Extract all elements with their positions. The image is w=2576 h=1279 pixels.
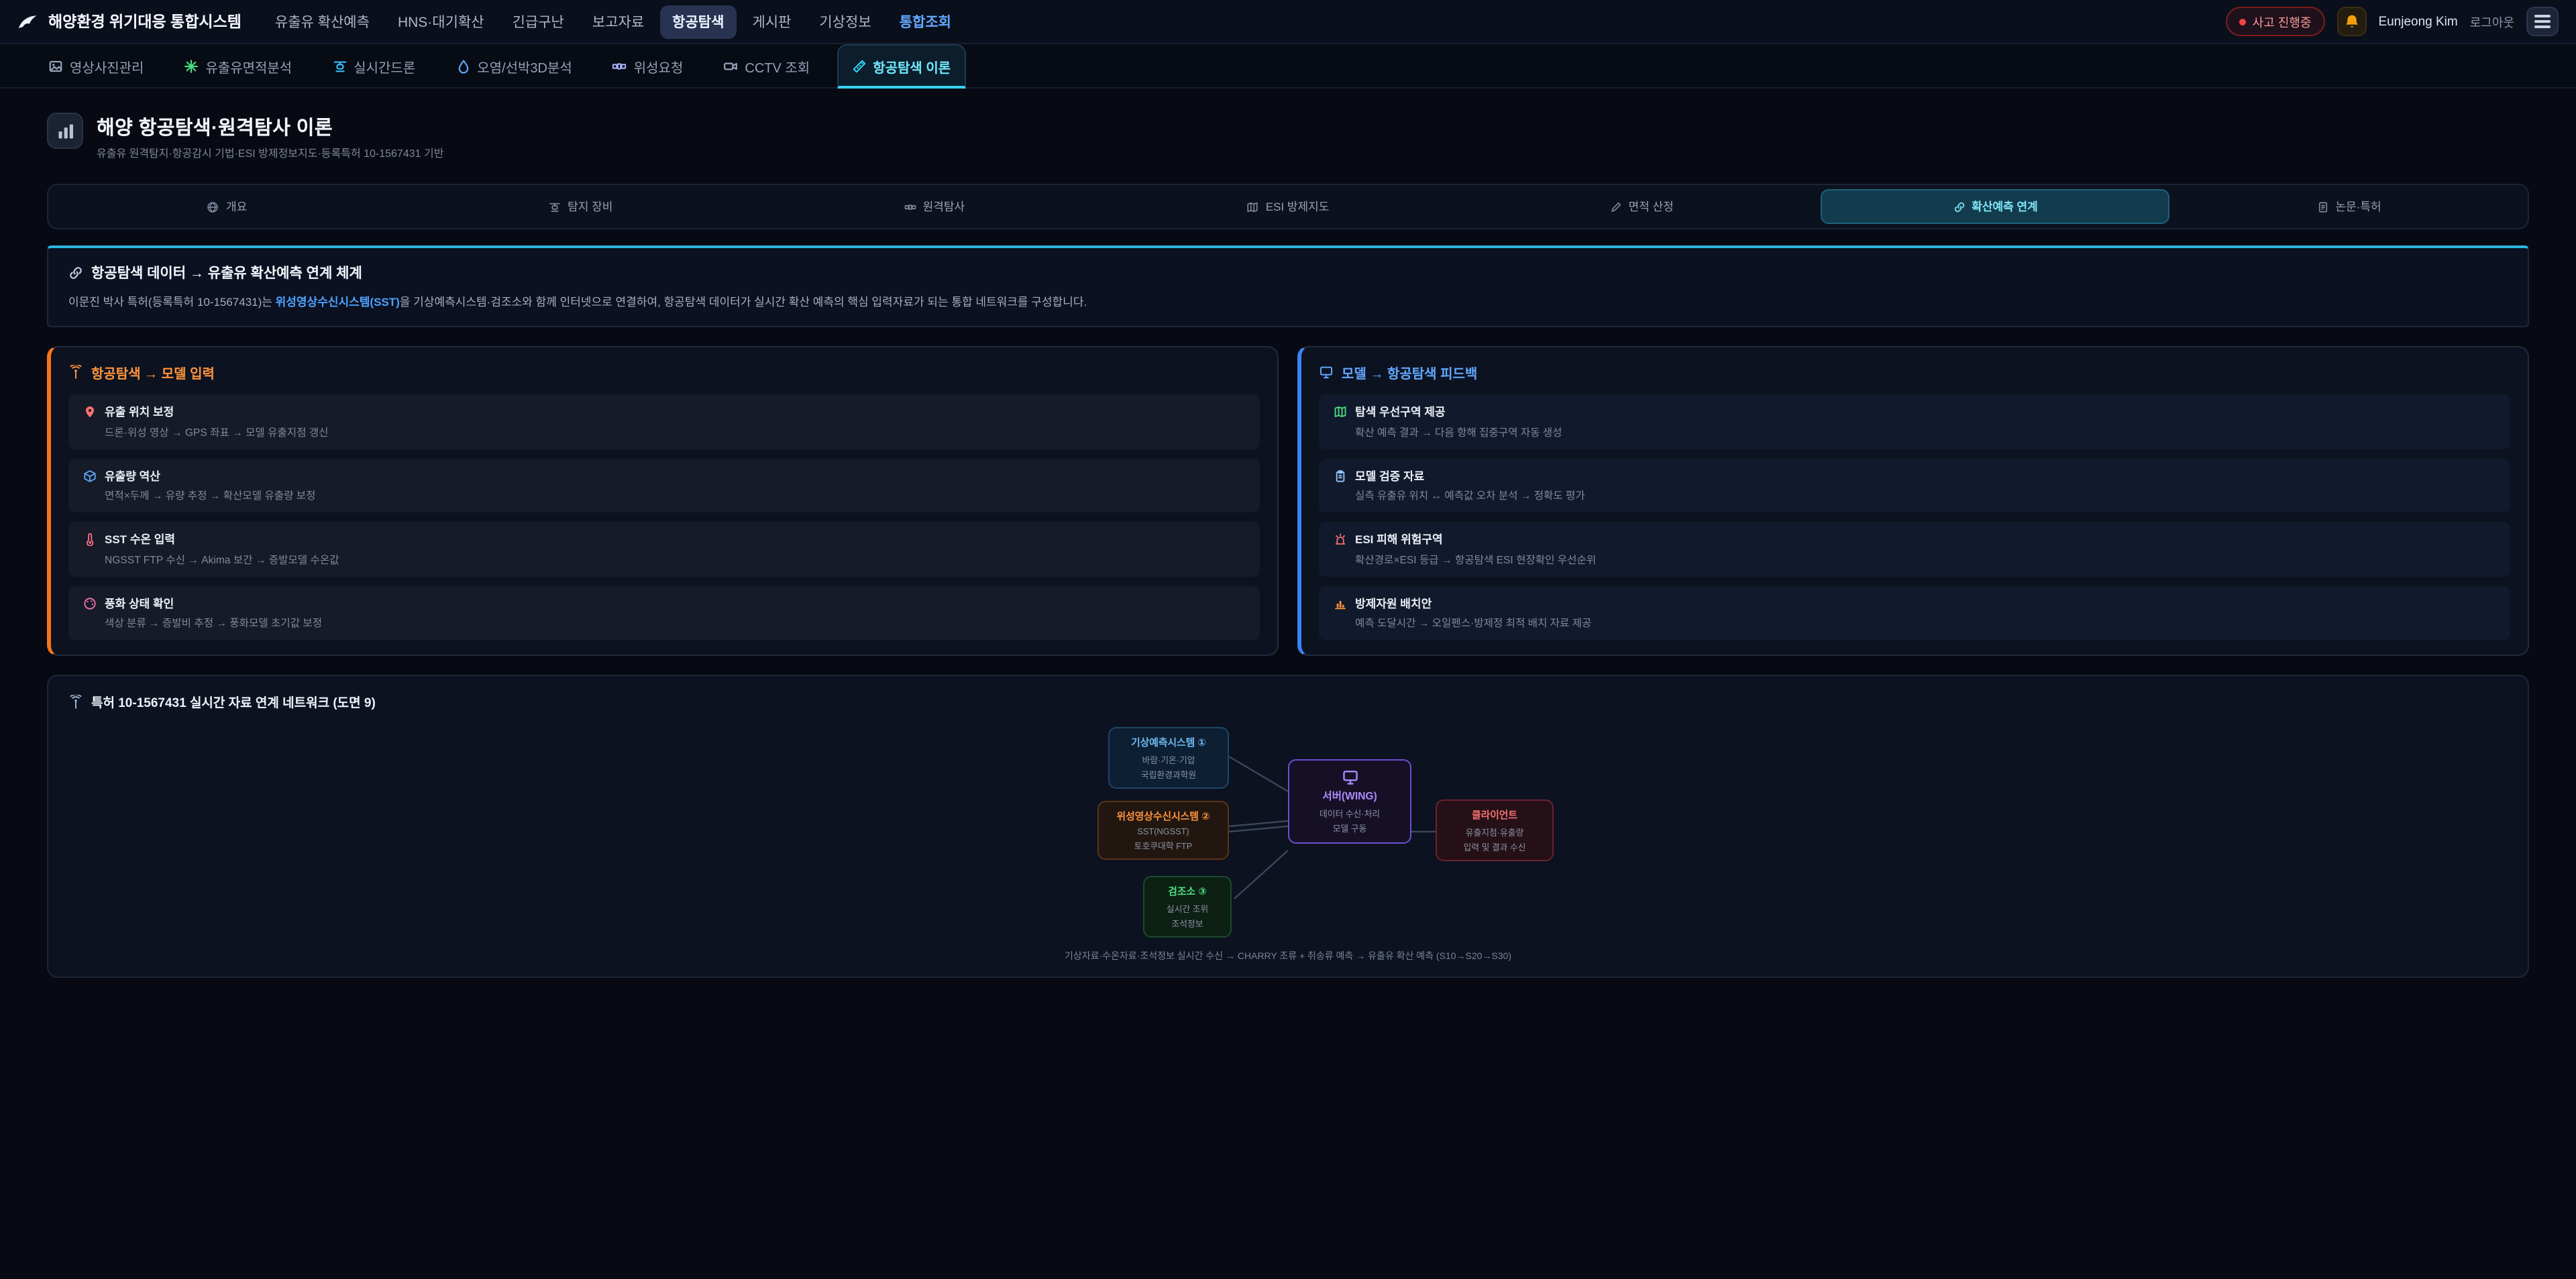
pin-icon bbox=[82, 405, 98, 419]
subnav-item-satellite-request[interactable]: 위성요청 bbox=[599, 44, 697, 87]
app-root: 해양환경 위기대응 통합시스템 유출유 확산예측 HNS·대기확산 긴급구난 보… bbox=[0, 0, 2576, 1279]
map-icon bbox=[1247, 201, 1259, 213]
feedback-row-model-validation: 모델 검증 자료 실측 유출유 위치 ↔ 예측값 오차 분석 → 정확도 평가 bbox=[1319, 458, 2510, 512]
nav-item-rescue[interactable]: 긴급구난 bbox=[500, 5, 576, 38]
droplet-ship-icon bbox=[455, 58, 470, 73]
hamburger-menu-button[interactable] bbox=[2526, 7, 2559, 36]
cctv-icon bbox=[723, 58, 738, 73]
linkage-cards: 항공탐색 → 모델 입력 유출 위치 보정 드론·위성 영상 → GPS 좌표 … bbox=[47, 346, 2529, 656]
page-title: 해양 항공탐색·원격탐사 이론 bbox=[97, 113, 443, 141]
nav-item-oil-diffusion[interactable]: 유출유 확산예측 bbox=[263, 5, 382, 38]
nav-item-reports[interactable]: 보고자료 bbox=[580, 5, 656, 38]
globe-icon bbox=[207, 201, 219, 213]
satellite-icon bbox=[612, 58, 627, 73]
nav-item-aerial-search[interactable]: 항공탐색 bbox=[660, 5, 736, 38]
status-dot-icon bbox=[2239, 18, 2246, 25]
top-navigation: 해양환경 위기대응 통합시스템 유출유 확산예측 HNS·대기확산 긴급구난 보… bbox=[0, 0, 2576, 44]
palette-icon bbox=[82, 596, 98, 610]
linkage-panel: 항공탐색 데이터 → 유출유 확산예측 연계 체계 이문진 박사 특허(등록특허… bbox=[47, 245, 2529, 327]
input-row-volume-estimation: 유출량 역산 면적×두께 → 유량 추정 → 확산모델 유출량 보정 bbox=[68, 458, 1260, 512]
nav-item-weather-info[interactable]: 기상정보 bbox=[807, 5, 883, 38]
bell-icon bbox=[2343, 13, 2359, 30]
logout-button[interactable]: 로그아웃 bbox=[2470, 13, 2514, 30]
input-row-position-correction: 유출 위치 보정 드론·위성 영상 → GPS 좌표 → 모델 유출지점 갱신 bbox=[68, 394, 1260, 449]
drone-icon bbox=[549, 201, 561, 213]
wing-logo-icon bbox=[17, 13, 39, 30]
network-caption: 기상자료·수온자료·조석정보 실시간 수신 → CHARRY 조류 + 취송류 … bbox=[68, 950, 2508, 963]
tab-papers-patents[interactable]: 논문·특허 bbox=[2174, 189, 2524, 224]
pencil-icon bbox=[1610, 201, 1622, 213]
notifications-button[interactable] bbox=[2337, 7, 2366, 36]
subnav-item-area-analysis[interactable]: 유출유면적분석 bbox=[170, 44, 305, 87]
network-diagram: 기상예측시스템 ① 바람·기온·기압 국립환경과학원 위성영상수신시스템 ② S… bbox=[859, 724, 1717, 936]
incident-status-badge: 사고 진행중 bbox=[2226, 7, 2325, 36]
network-title-row: 특허 10-1567431 실시간 자료 연계 네트워크 (도면 9) bbox=[68, 692, 2508, 711]
link-icon bbox=[68, 266, 83, 280]
clipboard-icon bbox=[1332, 469, 1348, 482]
tab-prediction-linkage[interactable]: 확산예측 연계 bbox=[1821, 189, 2170, 224]
cube-icon bbox=[82, 469, 98, 482]
brand-title: 해양환경 위기대응 통합시스템 bbox=[48, 11, 241, 32]
nav-item-integrated-search[interactable]: 통합조회 bbox=[888, 5, 963, 38]
nav-item-board[interactable]: 게시판 bbox=[740, 5, 803, 38]
subnav-item-aerial-theory[interactable]: 항공탐색 이론 bbox=[837, 44, 965, 89]
node-client: 클라이언트 유출지점·유출량 입력 및 결과 수신 bbox=[1436, 799, 1554, 861]
antenna-icon bbox=[68, 694, 83, 709]
thermometer-icon bbox=[82, 533, 98, 546]
subnav-item-realtime-drone[interactable]: 실시간드론 bbox=[319, 44, 429, 87]
input-row-weathering-check: 풍화 상태 확인 색상 분류 → 증발비 추정 → 풍화모델 초기값 보정 bbox=[68, 586, 1260, 640]
siren-icon bbox=[1332, 533, 1348, 546]
analysis-icon bbox=[184, 58, 199, 73]
linkage-description: 이문진 박사 특허(등록특허 10-1567431)는 위성영상수신시스템(SS… bbox=[68, 294, 2508, 311]
input-row-sst-input: SST 수온 입력 NGSST FTP 수신 → Akima 보간 → 증발모델… bbox=[68, 522, 1260, 576]
sst-system-link[interactable]: 위성영상수신시스템(SST) bbox=[276, 295, 400, 309]
sub-navigation: 영상사진관리 유출유면적분석 실시간드론 오염/선박3D분석 위성요청 CCTV bbox=[0, 44, 2576, 89]
feedback-row-resource-deployment: 방제자원 배치안 예측 도달시간 → 오일펜스·방제정 최적 배치 자료 제공 bbox=[1319, 586, 2510, 640]
network-title: 특허 10-1567431 실시간 자료 연계 네트워크 (도면 9) bbox=[91, 692, 376, 711]
node-server-wing: 서버(WING) 데이터 수신·처리 모델 구동 bbox=[1288, 759, 1411, 844]
node-satellite-receiver: 위성영상수신시스템 ② SST(NGSST) 토호쿠대학 FTP bbox=[1097, 801, 1229, 860]
topbar-right: 사고 진행중 Eunjeong Kim 로그아웃 bbox=[2226, 7, 2559, 36]
main-content: 해양 항공탐색·원격탐사 이론 유출유 원격탐지·항공감시 기법·ESI 방제정… bbox=[0, 113, 2576, 978]
card-model-feedback-title: 모델 → 항공탐색 피드백 bbox=[1319, 362, 2510, 382]
chart-icon bbox=[1332, 596, 1348, 610]
docs-icon bbox=[2316, 201, 2328, 213]
card-model-feedback: 모델 → 항공탐색 피드백 탐색 우선구역 제공 확산 예측 결과 → 다음 항… bbox=[1297, 346, 2529, 656]
monitor-icon bbox=[1300, 769, 1399, 786]
drone-icon bbox=[332, 58, 347, 73]
tab-area-calculation[interactable]: 면적 산정 bbox=[1467, 189, 1817, 224]
feedback-row-priority-zone: 탐색 우선구역 제공 확산 예측 결과 → 다음 항해 집중구역 자동 생성 bbox=[1319, 394, 2510, 449]
brand-logo[interactable]: 해양환경 위기대응 통합시스템 bbox=[17, 11, 241, 32]
node-weather-system: 기상예측시스템 ① 바람·기온·기압 국립환경과학원 bbox=[1108, 727, 1229, 789]
satellite-icon bbox=[904, 201, 916, 213]
tab-detection-equipment[interactable]: 탐지 장비 bbox=[406, 189, 755, 224]
subnav-item-cctv[interactable]: CCTV 조회 bbox=[710, 44, 823, 87]
nav-item-hns[interactable]: HNS·대기확산 bbox=[386, 5, 496, 38]
page-header: 해양 항공탐색·원격탐사 이론 유출유 원격탐지·항공감시 기법·ESI 방제정… bbox=[47, 113, 2529, 161]
monitor-icon bbox=[1319, 365, 1334, 380]
user-name: Eunjeong Kim bbox=[2378, 14, 2457, 29]
tab-remote-sensing[interactable]: 원격탐사 bbox=[759, 189, 1109, 224]
ruler-icon bbox=[851, 58, 866, 73]
linkage-heading: 항공탐색 데이터 → 유출유 확산예측 연계 체계 bbox=[68, 263, 2508, 283]
card-model-input-title: 항공탐색 → 모델 입력 bbox=[68, 362, 1260, 382]
antenna-icon bbox=[68, 365, 83, 380]
tab-esi-map[interactable]: ESI 방제지도 bbox=[1113, 189, 1462, 224]
card-model-input: 항공탐색 → 모델 입력 유출 위치 보정 드론·위성 영상 → GPS 좌표 … bbox=[47, 346, 1279, 656]
link-icon bbox=[1953, 201, 1965, 213]
node-tide-station: 검조소 ③ 실시간 조위 조석정보 bbox=[1143, 876, 1232, 938]
image-icon bbox=[48, 58, 63, 73]
theory-tabbar: 개요 탐지 장비 원격탐사 ESI 방제지도 면적 산정 확산예측 연계 bbox=[47, 184, 2529, 229]
page-chart-icon bbox=[47, 113, 83, 149]
subnav-item-photo-management[interactable]: 영상사진관리 bbox=[35, 44, 157, 87]
subnav-item-ship-3d-analysis[interactable]: 오염/선박3D분석 bbox=[442, 44, 586, 87]
incident-status-label: 사고 진행중 bbox=[2253, 13, 2312, 30]
network-panel: 특허 10-1567431 실시간 자료 연계 네트워크 (도면 9) 기상예측… bbox=[47, 675, 2529, 978]
tab-overview[interactable]: 개요 bbox=[52, 189, 402, 224]
page-subtitle: 유출유 원격탐지·항공감시 기법·ESI 방제정보지도·등록특허 10-1567… bbox=[97, 146, 443, 161]
feedback-row-esi-risk-zone: ESI 피해 위험구역 확산경로×ESI 등급 → 항공탐색 ESI 현장확인 … bbox=[1319, 522, 2510, 576]
main-menu: 유출유 확산예측 HNS·대기확산 긴급구난 보고자료 항공탐색 게시판 기상정… bbox=[263, 5, 2204, 38]
map-icon bbox=[1332, 405, 1348, 419]
